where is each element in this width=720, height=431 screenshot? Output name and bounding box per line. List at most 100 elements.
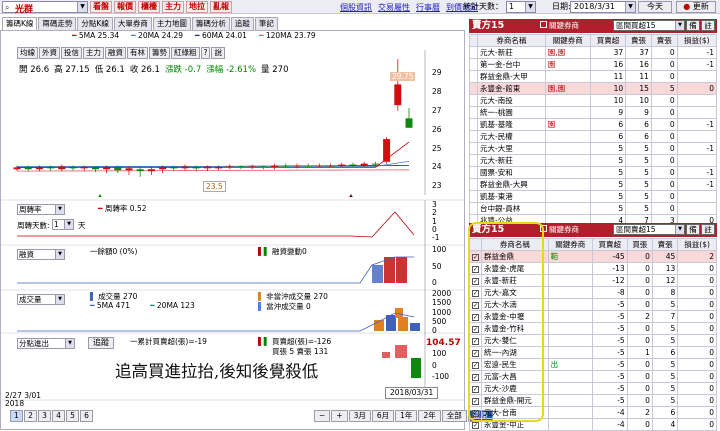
row-checkbox-cell[interactable]	[469, 70, 478, 83]
row-checkbox-cell[interactable]	[469, 106, 478, 119]
chevron-down-icon[interactable]: ▼	[625, 2, 635, 12]
chevron-down-icon[interactable]: ▼	[675, 21, 684, 30]
table-row[interactable]: 凱基-東港 5 5 0	[469, 190, 718, 203]
today-button[interactable]: 今天	[638, 1, 672, 13]
sell-note-button[interactable]: 註	[701, 20, 715, 31]
top-link-1[interactable]: 交易屬性	[378, 2, 410, 13]
page-button-1[interactable]: 2	[24, 410, 37, 422]
table-row[interactable]: 元大-民權 6 6 0	[469, 130, 718, 143]
column-header[interactable]: 損益($)	[677, 238, 717, 251]
track-button[interactable]: 追蹤	[88, 337, 114, 349]
tab-2[interactable]: 分點K線	[77, 17, 113, 30]
table-row[interactable]: 台中銀-員林 5 5 0	[469, 202, 718, 215]
page-button-2[interactable]: 3	[38, 410, 51, 422]
period-button-1[interactable]: 6月	[371, 410, 395, 422]
period-button-4[interactable]: 全部	[441, 410, 467, 422]
refresh-button[interactable]: ● 更新	[676, 1, 716, 13]
key-broker-toggle[interactable]: 關鍵券商	[540, 19, 579, 33]
row-checkbox-cell[interactable]	[469, 202, 478, 215]
chevron-down-icon[interactable]: ▼	[55, 250, 64, 259]
buy-backup-button[interactable]: 備	[686, 224, 700, 235]
row-checkbox-cell[interactable]	[469, 46, 478, 59]
row-checkbox-cell[interactable]	[469, 190, 478, 203]
row-checkbox-cell[interactable]	[469, 154, 478, 167]
table-row[interactable]: 群益金鼎-大興 5 5 0 -1	[469, 178, 718, 191]
column-header[interactable]: 關鍵券商	[547, 238, 593, 251]
column-header[interactable]: 關鍵券商	[544, 34, 591, 47]
menu-item-5[interactable]: 亂報	[210, 1, 232, 13]
checkbox[interactable]	[540, 21, 547, 28]
table-row[interactable]: 元大-南投 10 10 0	[469, 94, 718, 107]
row-checkbox-cell[interactable]	[469, 178, 478, 191]
table-row[interactable]: 統一-桃園 9 9 0	[469, 106, 718, 119]
table-row[interactable]: 群益金鼎-大甲 11 11 0	[469, 70, 718, 83]
column-header[interactable]: 買賣超	[591, 238, 628, 251]
tab-6[interactable]: 追蹤	[230, 17, 254, 30]
stock-selector[interactable]: ⌕ 光群 ▼	[2, 1, 88, 15]
column-header[interactable]: 賣張	[625, 34, 652, 47]
period-button-2[interactable]: 1年	[395, 410, 418, 422]
tab-0[interactable]: 籌碼K線	[2, 17, 38, 30]
menu-item-3[interactable]: 主力	[162, 1, 184, 13]
top-link-0[interactable]: 個股資訊	[340, 2, 372, 13]
row-checkbox-cell[interactable]	[469, 94, 478, 107]
tab-1[interactable]: 兩碼走勢	[38, 17, 77, 30]
chevron-down-icon[interactable]: ▼	[525, 2, 535, 12]
menu-item-0[interactable]: 看盤	[90, 1, 112, 13]
date-picker[interactable]: 2018/3/31 ▼	[570, 1, 636, 13]
chevron-down-icon[interactable]: ▼	[77, 2, 87, 12]
buy-range-select[interactable]: 區間賣超15 ▼	[613, 224, 685, 235]
table-row[interactable]: 永豐金-館東 園,園 10 15 5 0	[469, 82, 718, 95]
menu-item-2[interactable]: 櫃檯	[138, 1, 160, 13]
sell-backup-button[interactable]: 備	[686, 20, 700, 31]
column-header[interactable]: 券商名稱	[477, 34, 546, 47]
zoom-in-button[interactable]: +	[331, 410, 348, 422]
top-link-2[interactable]: 行事曆	[416, 2, 440, 13]
page-button-3[interactable]: 4	[52, 410, 65, 422]
row-checkbox-cell[interactable]	[469, 130, 478, 143]
column-header[interactable]: 賣張	[651, 238, 679, 251]
stat-days-input[interactable]: 1 ▼	[506, 1, 536, 13]
price-chart[interactable]	[0, 42, 465, 197]
tab-5[interactable]: 籌碼分析	[191, 17, 230, 30]
row-checkbox-cell[interactable]	[469, 118, 478, 131]
row-checkbox-cell[interactable]	[469, 82, 478, 95]
margin-select[interactable]: 融資 ▼	[17, 249, 65, 260]
table-row[interactable]: 國票-安和 5 5 0 -1	[469, 166, 718, 179]
period-button-3[interactable]: 2年	[418, 410, 441, 422]
chevron-down-icon[interactable]: ▼	[65, 339, 74, 348]
column-header[interactable]: 損益($)	[676, 34, 718, 47]
menu-item-4[interactable]: 地拉	[186, 1, 208, 13]
table-row[interactable]: 元大-大里 5 5 0 -1	[469, 142, 718, 155]
row-checkbox-cell[interactable]	[469, 166, 478, 179]
column-header[interactable]: 買張	[626, 238, 653, 251]
table-row[interactable]: 凱基-基隆園 6 6 0 -1	[469, 118, 718, 131]
table-row[interactable]: 第一金-台中園 16 16 0 -1	[469, 58, 718, 71]
row-checkbox-cell[interactable]	[469, 58, 478, 71]
column-header[interactable]: 買賣超	[589, 34, 627, 47]
broker-select[interactable]: 分點進出 ▼	[17, 338, 75, 349]
table-row[interactable]: 元大-新莊 5 5 0	[469, 154, 718, 167]
sell-range-select[interactable]: 區間買超15 ▼	[613, 20, 685, 31]
table-row[interactable]: 元大-新莊 園,園 37 37 0 -1	[469, 46, 718, 59]
key-broker-toggle[interactable]: 關鍵券商	[540, 223, 579, 237]
row-checkbox[interactable]: ✓	[472, 422, 479, 429]
volume-select[interactable]: 成交量 ▼	[17, 294, 65, 305]
chevron-down-icon[interactable]: ▼	[55, 295, 64, 304]
period-button-0[interactable]: 3月	[348, 410, 371, 422]
menu-item-1[interactable]: 報價	[114, 1, 136, 13]
chevron-down-icon[interactable]: ▼	[675, 225, 684, 234]
column-header[interactable]: 賣張	[650, 34, 678, 47]
row-checkbox-cell[interactable]	[469, 142, 478, 155]
turnover-select[interactable]: 周轉率 ▼	[17, 204, 65, 215]
zoom-out-button[interactable]: −	[314, 410, 331, 422]
turnover-days-select[interactable]: 1 ▼	[52, 219, 74, 230]
chevron-down-icon[interactable]: ▼	[55, 205, 64, 214]
chevron-down-icon[interactable]: ▼	[64, 220, 73, 229]
page-button-0[interactable]: 1	[10, 410, 23, 422]
tab-4[interactable]: 主力地圖	[152, 17, 191, 30]
page-button-4[interactable]: 5	[66, 410, 79, 422]
page-button-5[interactable]: 6	[80, 410, 93, 422]
tab-3[interactable]: 大單券商	[113, 17, 152, 30]
tab-7[interactable]: 筆記	[254, 17, 278, 30]
